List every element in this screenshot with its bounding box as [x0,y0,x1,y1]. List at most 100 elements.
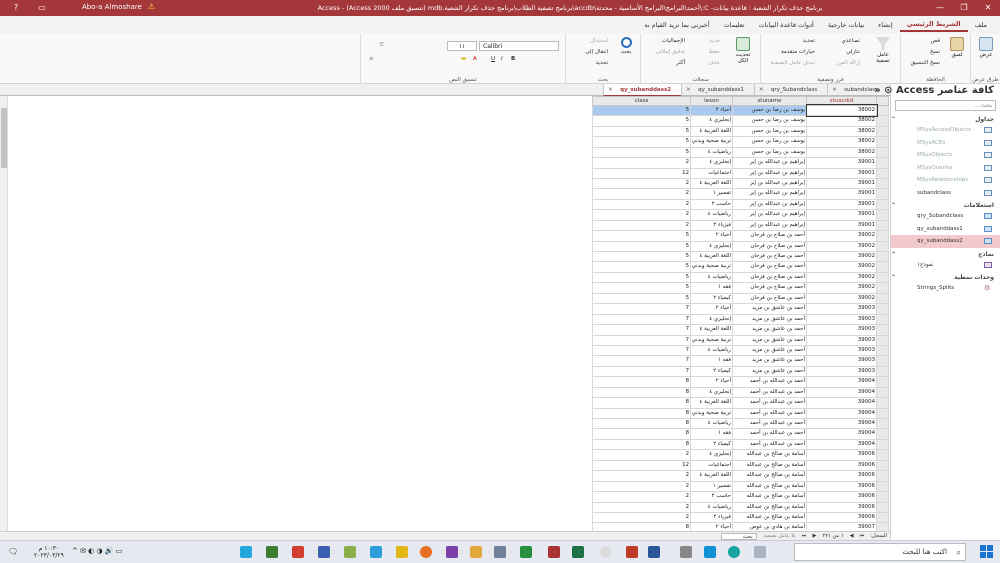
table-row[interactable]: 2 فيزياء ٢ إبراهيم بن عبدالله بن إبر 39001 [592,219,889,232]
cell-leson[interactable]: اجتماعيات [690,167,733,179]
app-icon[interactable] [370,546,382,558]
select-button[interactable]: تحديد [596,60,608,66]
firefox-app-icon[interactable] [420,546,432,558]
chevron-up-icon[interactable]: ⌃ [891,274,896,281]
cell-class[interactable]: 7 [592,365,691,378]
taskbar-search-input[interactable]: ⌕ اكتب هنا للبحث [794,543,966,561]
table-row[interactable]: 2 إنجليزي ٤ إبراهيم بن عبدالله بن إبر 39001 [592,157,889,169]
replace-button[interactable]: استبدال [590,38,608,44]
cell-leson[interactable]: تربية صحية وبدني [690,136,733,148]
paste-button[interactable]: لصق [945,37,969,67]
record-selector[interactable] [876,198,889,211]
cell-class[interactable]: 2 [592,470,691,482]
cell-class[interactable]: 7 [592,334,691,346]
cell-leson[interactable]: حاسب ٢ [690,491,733,503]
cell-class[interactable]: 8 [592,386,691,399]
record-selector[interactable] [876,230,889,242]
cell-class[interactable]: 5 [592,282,691,294]
cell-stuname[interactable]: أحمد بن صلاح بن فرحان [732,271,807,284]
cell-stuname[interactable]: أحمد بن عاشق بن مزيد [732,313,807,326]
cell-stuname[interactable]: يوسف بن رضا بن حسن [732,136,807,148]
table-row[interactable]: 5 فقه ١ أحمد بن صلاح بن فرحان 39002 [592,282,889,294]
table-row[interactable]: 8 رياضيات ٤ أحمد بن عبدالله بن أحمد 39004 [592,417,889,430]
app-icon[interactable] [344,546,356,558]
cell-leson[interactable]: رياضيات ٤ [690,501,733,513]
cell-stuacdid[interactable]: 39004 [806,397,877,409]
app-icon[interactable] [494,546,506,558]
cell-stuacdid[interactable]: 39003 [806,313,877,326]
record-selector[interactable] [876,438,889,451]
cell-class[interactable]: 5 [592,115,691,127]
cell-stuacdid[interactable]: 39002 [806,230,877,242]
tray-icons[interactable]: ^ ✉ ◐ ◑ 🔊 ▭ [72,547,122,555]
cell-leson[interactable]: أحياء ٢ [690,303,733,315]
cell-stuacdid[interactable]: 38002 [806,136,877,148]
table-row[interactable]: 7 فقه ١ أحمد بن عاشق بن مزيد 39003 [592,355,889,367]
column-header-stuname[interactable]: stuname [732,96,807,106]
new-record-button[interactable]: جديد [709,38,720,44]
selection-button[interactable]: تحديد [803,38,815,44]
table-row[interactable]: 7 رياضيات ٤ أحمد بن عاشق بن مزيد 39003 [592,344,889,357]
cell-stuacdid[interactable]: 39001 [806,198,877,211]
cell-leson[interactable]: اللغة العربية ٤ [690,470,733,482]
cell-stuname[interactable]: أحمد بن صلاح بن فرحان [732,230,807,242]
cell-stuacdid[interactable]: 39003 [806,303,877,315]
cell-class[interactable]: 8 [592,438,691,451]
cell-stuacdid[interactable]: 39004 [806,438,877,451]
edge-app-icon[interactable] [728,546,740,558]
record-selector[interactable] [876,501,889,513]
cell-stuacdid[interactable]: 39001 [806,167,877,179]
record-selector[interactable] [876,157,889,169]
cell-stuacdid[interactable]: 39004 [806,386,877,399]
cell-leson[interactable]: إنجليزي ٤ [690,386,733,399]
record-selector[interactable] [876,292,889,305]
chrome-app-icon[interactable] [600,546,612,558]
cell-stuname[interactable]: أسامة بن صالح بن عبدالله [732,470,807,482]
cell-stuname[interactable]: أحمد بن عبدالله بن أحمد [732,438,807,451]
cell-class[interactable]: 2 [592,480,691,493]
table-row[interactable]: 2 تفسير ١ إبراهيم بن عبدالله بن إبر 39001 [592,188,889,200]
cell-stuname[interactable]: أحمد بن صلاح بن فرحان [732,261,807,273]
app-icon[interactable] [396,546,408,558]
cell-stuname[interactable]: أسامة بن صالح بن عبدالله [732,501,807,513]
task-view-icon[interactable] [754,546,766,558]
cell-class[interactable]: 8 [592,376,691,388]
record-selector[interactable] [876,167,889,179]
close-tab-icon[interactable]: ✕ [686,84,691,96]
cell-leson[interactable]: اجتماعيات [690,459,733,472]
cell-class[interactable]: 2 [592,491,691,503]
cell-stuacdid[interactable]: 39004 [806,407,877,420]
app-icon[interactable] [292,546,304,558]
close-tab-icon[interactable]: ✕ [832,84,837,96]
cell-stuacdid[interactable]: 39004 [806,428,877,440]
record-selector[interactable] [876,511,889,524]
cell-class[interactable]: 7 [592,303,691,315]
record-selector[interactable] [876,209,889,221]
record-selector[interactable] [876,282,889,294]
cell-stuname[interactable]: أحمد بن عبدالله بن أحمد [732,397,807,409]
cell-stuacdid[interactable]: 39006 [806,449,877,461]
app-icon[interactable] [318,546,330,558]
record-selector[interactable] [876,470,889,482]
minimize-window-button[interactable]: — [928,0,952,16]
cell-leson[interactable]: كيمياء ٢ [690,365,733,378]
cell-leson[interactable]: كيمياء ٢ [690,292,733,305]
cell-stuacdid[interactable]: 38002 [805,104,878,117]
nav-section-header[interactable]: جداول ⌃ [891,113,1000,124]
close-tab-icon[interactable]: ✕ [759,84,764,96]
cell-stuname[interactable]: إبراهيم بن عبدالله بن إبر [732,209,807,221]
cell-class[interactable]: 2 [592,501,691,513]
help-icon[interactable]: ? [4,0,28,16]
cell-class[interactable]: 2 [592,209,691,221]
toggle-filter-button[interactable]: تبديل عامل التصفية [771,60,815,66]
cell-class[interactable]: 8 [592,428,691,440]
record-selector[interactable] [876,480,889,493]
cell-class[interactable]: 5 [592,240,691,253]
cell-stuname[interactable]: يوسف بن رضا بن حسن [732,146,807,159]
nav-item[interactable]: subandclass [891,187,1000,200]
align-icon[interactable]: ≡ [369,56,374,62]
chevron-up-icon[interactable]: ⌃ [891,251,896,258]
record-selector[interactable] [876,417,889,430]
app-icon[interactable] [446,546,458,558]
cell-leson[interactable]: حاسب ٢ [690,198,733,211]
